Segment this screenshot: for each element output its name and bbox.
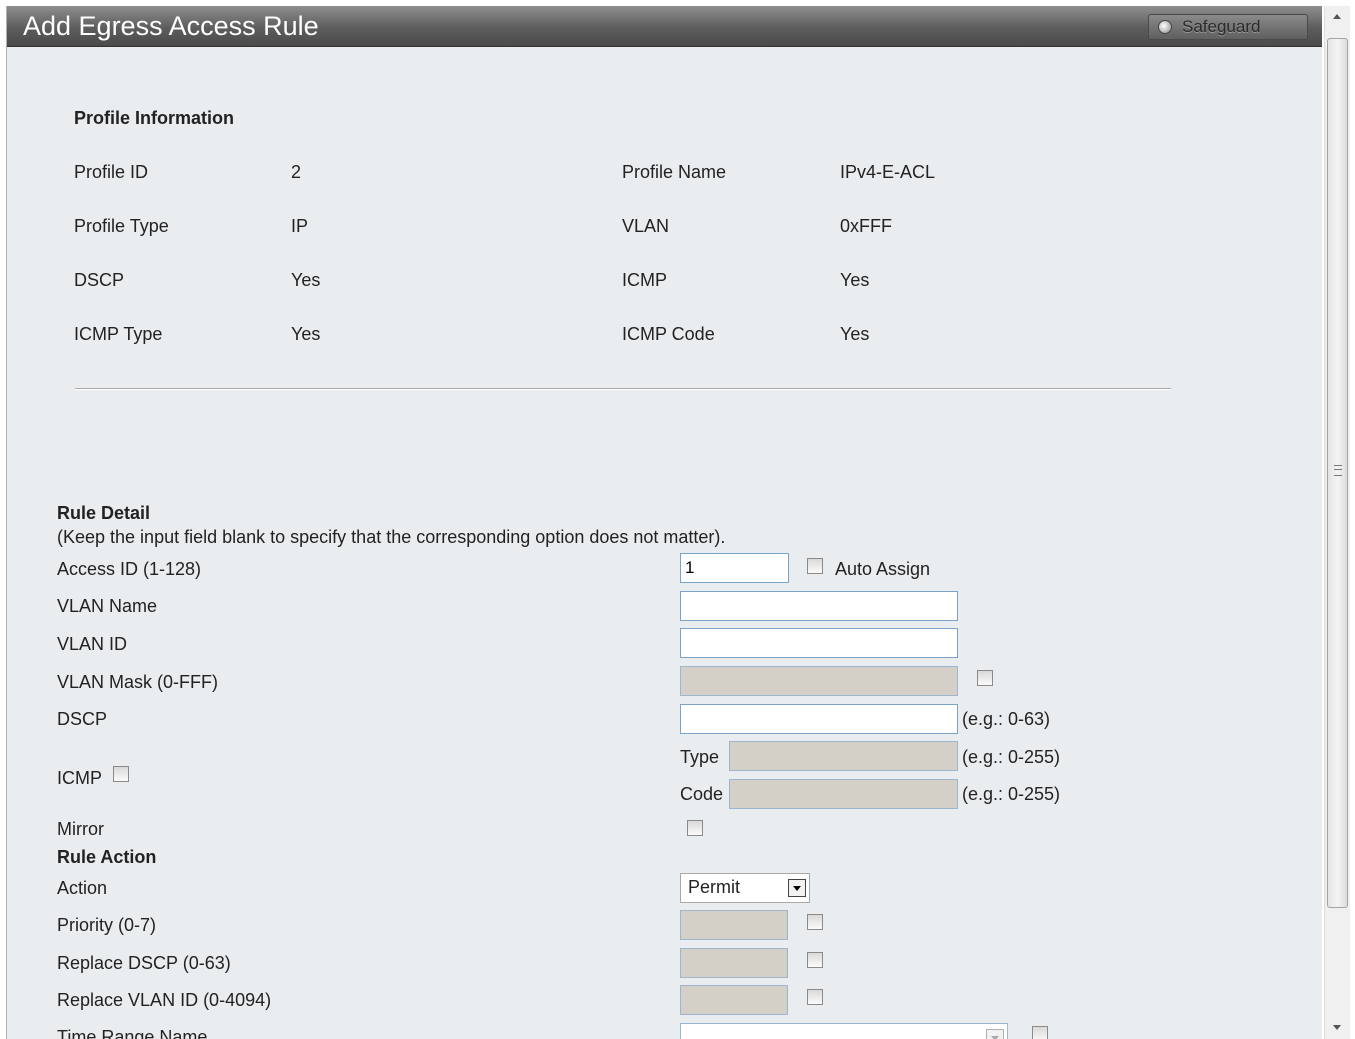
rule-detail-heading: Rule Detail — [57, 503, 151, 523]
time-range-label: Time Range Name — [57, 1027, 208, 1039]
scroll-down-icon[interactable] — [1325, 1015, 1350, 1039]
vlan-mask-input[interactable] — [680, 666, 958, 696]
priority-label: Priority (0-7) — [57, 915, 157, 935]
profile-id-label: Profile ID — [74, 162, 149, 182]
safeguard-label: Safeguard — [1182, 17, 1261, 36]
chevron-down-icon[interactable] — [986, 1029, 1004, 1039]
profile-dscp-label: DSCP — [74, 270, 125, 290]
profile-type-value: IP — [291, 216, 309, 236]
profile-id-value: 2 — [291, 162, 302, 182]
action-select-value: Permit — [688, 877, 741, 897]
replace-vlan-id-label: Replace VLAN ID (0-4094) — [57, 990, 272, 1010]
vlan-mask-checkbox[interactable] — [977, 670, 993, 686]
vlan-id-input[interactable] — [680, 628, 958, 658]
profile-icmp-label: ICMP — [622, 270, 667, 290]
title-bar: Add Egress Access Rule Safeguard — [7, 6, 1322, 47]
vlan-id-label: VLAN ID — [57, 634, 128, 654]
scrollbar-thumb[interactable] — [1327, 38, 1348, 908]
dscp-label: DSCP — [57, 709, 108, 729]
profile-icmp-type-label: ICMP Type — [74, 324, 163, 344]
page-title: Add Egress Access Rule — [23, 11, 319, 41]
action-label: Action — [57, 878, 108, 898]
profile-info-heading: Profile Information — [74, 108, 235, 128]
time-range-checkbox[interactable] — [1032, 1026, 1048, 1039]
icmp-type-input[interactable] — [729, 741, 958, 771]
safeguard-status-icon — [1158, 20, 1172, 34]
action-select[interactable]: Permit — [680, 873, 810, 903]
icmp-code-label: Code — [680, 784, 724, 804]
priority-checkbox[interactable] — [807, 914, 823, 930]
priority-input[interactable] — [680, 910, 788, 940]
mirror-label: Mirror — [57, 819, 104, 839]
profile-icmp-code-label: ICMP Code — [622, 324, 715, 344]
icmp-label: ICMP — [57, 768, 102, 788]
icmp-checkbox[interactable] — [113, 766, 129, 782]
replace-dscp-label: Replace DSCP (0-63) — [57, 953, 231, 973]
scroll-up-icon[interactable] — [1325, 6, 1350, 30]
rule-action-heading: Rule Action — [57, 847, 157, 867]
replace-dscp-input[interactable] — [680, 948, 788, 978]
access-id-input[interactable] — [680, 553, 789, 583]
profile-dscp-value: Yes — [291, 270, 321, 290]
icmp-type-label: Type — [680, 747, 720, 767]
replace-dscp-checkbox[interactable] — [807, 952, 823, 968]
vlan-name-input[interactable] — [680, 591, 958, 621]
profile-name-label: Profile Name — [622, 162, 727, 182]
profile-vlan-label: VLAN — [622, 216, 670, 236]
vlan-mask-label: VLAN Mask (0-FFF) — [57, 672, 219, 692]
profile-icmp-value: Yes — [840, 270, 870, 290]
access-id-label: Access ID (1-128) — [57, 559, 202, 579]
chevron-down-icon[interactable] — [788, 879, 806, 897]
grip-icon — [1334, 465, 1342, 476]
dscp-input[interactable] — [680, 704, 958, 734]
safeguard-button[interactable]: Safeguard — [1148, 14, 1308, 40]
replace-vlan-id-input[interactable] — [680, 985, 788, 1015]
icmp-code-hint: (e.g.: 0-255) — [962, 784, 1061, 804]
profile-vlan-value: 0xFFF — [840, 216, 892, 236]
mirror-checkbox[interactable] — [687, 820, 703, 836]
section-divider — [75, 388, 1171, 390]
vlan-name-label: VLAN Name — [57, 596, 158, 616]
rule-detail-note: (Keep the input field blank to specify t… — [57, 527, 726, 547]
profile-icmp-type-value: Yes — [291, 324, 321, 344]
dscp-hint: (e.g.: 0-63) — [962, 709, 1051, 729]
icmp-code-input[interactable] — [729, 779, 958, 809]
profile-type-label: Profile Type — [74, 216, 169, 236]
profile-name-value: IPv4-E-ACL — [840, 162, 936, 182]
auto-assign-checkbox[interactable] — [807, 558, 823, 574]
content-frame: Add Egress Access Rule Safeguard Profile… — [6, 6, 1322, 1039]
vertical-scrollbar[interactable] — [1324, 6, 1350, 1039]
time-range-select[interactable] — [680, 1023, 1008, 1039]
auto-assign-label: Auto Assign — [835, 559, 931, 579]
icmp-type-hint: (e.g.: 0-255) — [962, 747, 1061, 767]
profile-icmp-code-value: Yes — [840, 324, 870, 344]
replace-vlan-id-checkbox[interactable] — [807, 989, 823, 1005]
